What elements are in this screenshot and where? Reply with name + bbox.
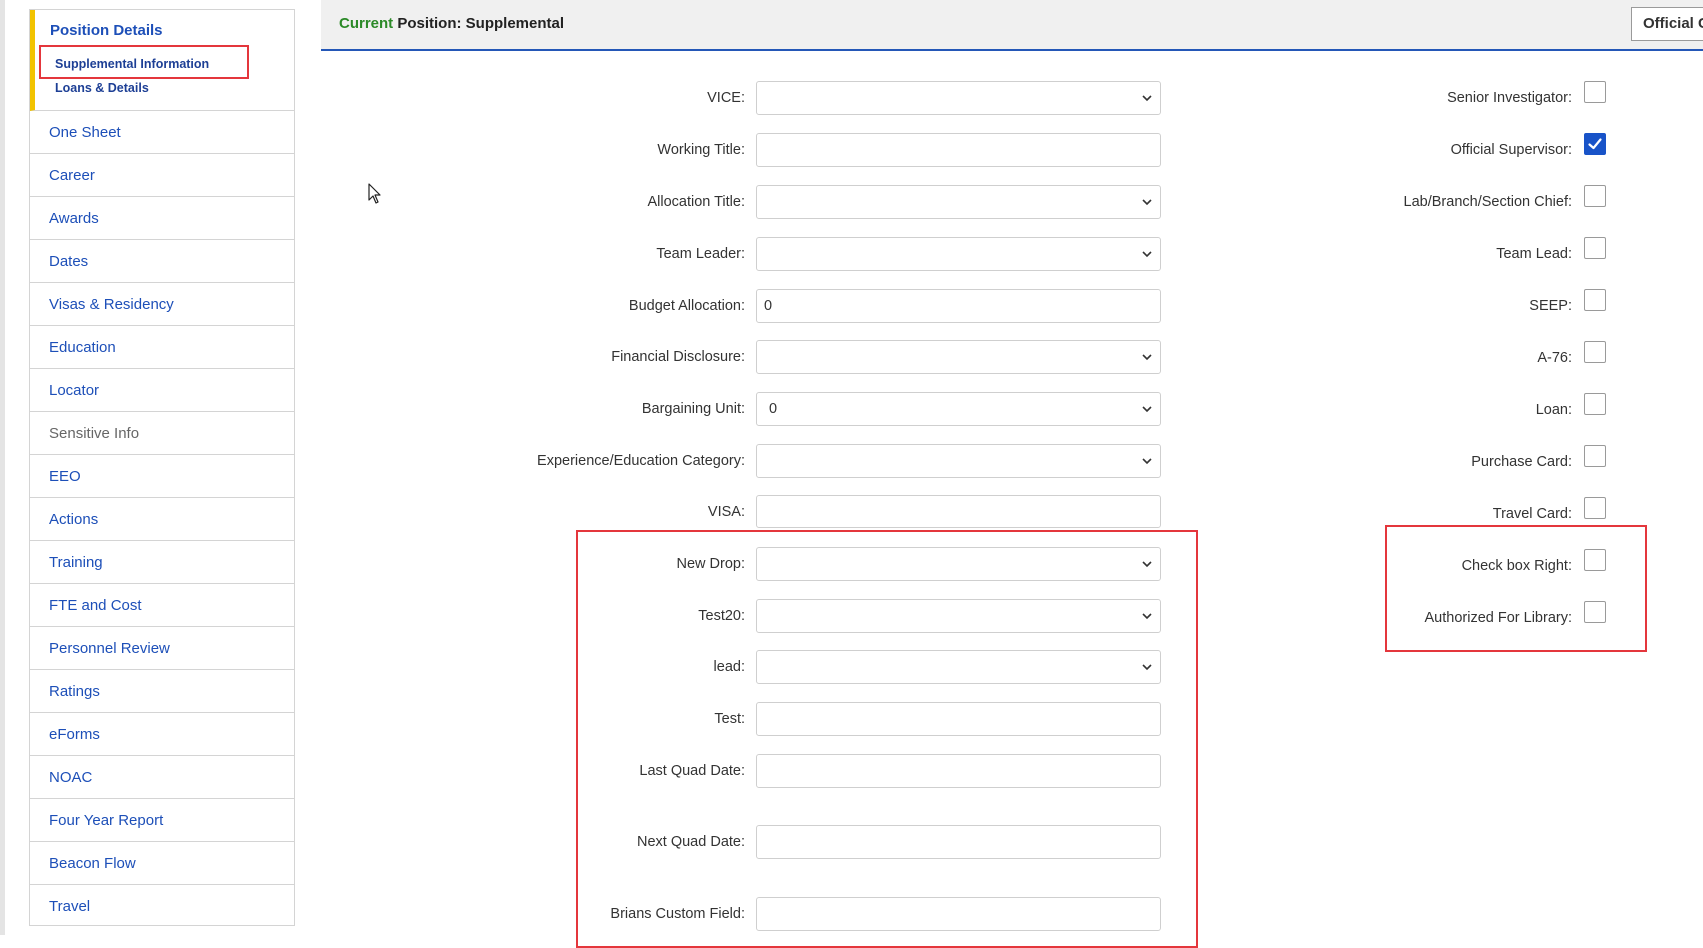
official-supervisor-checkbox[interactable] — [1584, 133, 1606, 155]
sidebar-item-four-year-report[interactable]: Four Year Report — [30, 799, 294, 842]
sidebar-item-dates[interactable]: Dates — [30, 240, 294, 283]
sidebar-item-personnel-review[interactable]: Personnel Review — [30, 627, 294, 670]
check-box-right-label: Check box Right: — [1461, 558, 1572, 574]
sidebar-item-eeo[interactable]: EEO — [30, 455, 294, 498]
sidebar-item-visas-residency[interactable]: Visas & Residency — [30, 283, 294, 326]
test20-select[interactable] — [756, 599, 1161, 633]
financial-disclosure-select[interactable] — [756, 340, 1161, 374]
sidebar-item-travel[interactable]: Travel — [30, 885, 294, 928]
vice-label: VICE: — [707, 90, 745, 106]
sidebar-section-title[interactable]: Position Details — [50, 22, 163, 39]
sidebar-item-actions[interactable]: Actions — [30, 498, 294, 541]
current-label: Current — [339, 15, 394, 32]
loan-label: Loan: — [1535, 402, 1572, 418]
budget-allocation-input[interactable]: 0 — [756, 289, 1161, 323]
allocation-title-label: Allocation Title: — [647, 194, 745, 210]
chevron-down-icon — [1142, 664, 1152, 671]
test-label: Test: — [714, 711, 745, 727]
senior-investigator-label: Senior Investigator: — [1447, 90, 1572, 106]
sidebar-item-locator[interactable]: Locator — [30, 369, 294, 412]
purchase-card-label: Purchase Card: — [1471, 454, 1572, 470]
experience-category-select[interactable] — [756, 444, 1161, 478]
next-quad-date-input[interactable] — [756, 825, 1161, 859]
sidebar-item-fte-and-cost[interactable]: FTE and Cost — [30, 584, 294, 627]
mouse-cursor-icon — [368, 183, 381, 204]
lead-select[interactable] — [756, 650, 1161, 684]
seep-checkbox[interactable] — [1584, 289, 1606, 311]
authorized-for-library-checkbox[interactable] — [1584, 601, 1606, 623]
a76-label: A-76: — [1537, 350, 1572, 366]
sidebar-item-ratings[interactable]: Ratings — [30, 670, 294, 713]
last-quad-date-label: Last Quad Date: — [639, 763, 745, 779]
lead-label: lead: — [713, 659, 745, 675]
lab-branch-section-chief-checkbox[interactable] — [1584, 185, 1606, 207]
last-quad-date-input[interactable] — [756, 754, 1161, 788]
sidebar-item-one-sheet[interactable]: One Sheet — [30, 111, 294, 154]
chevron-down-icon — [1142, 251, 1152, 258]
working-title-label: Working Title: — [657, 142, 745, 158]
team-lead-checkbox[interactable] — [1584, 237, 1606, 259]
highlight-box-custom-fields — [576, 530, 1198, 948]
budget-allocation-label: Budget Allocation: — [628, 298, 745, 314]
purchase-card-checkbox[interactable] — [1584, 445, 1606, 467]
highlight-box-custom-checkboxes — [1385, 525, 1647, 652]
chevron-down-icon — [1142, 613, 1152, 620]
team-leader-select[interactable] — [756, 237, 1161, 271]
sidebar-subitem-supplemental-information[interactable]: Supplemental Information — [55, 57, 209, 71]
travel-card-label: Travel Card: — [1492, 506, 1572, 522]
sidebar-item-career[interactable]: Career — [30, 154, 294, 197]
chevron-down-icon — [1142, 95, 1152, 102]
working-title-input[interactable] — [756, 133, 1161, 167]
new-drop-label: New Drop: — [676, 556, 746, 572]
page-title: Current Position: Supplemental — [339, 15, 564, 32]
official-supervisor-label: Official Supervisor: — [1450, 142, 1572, 158]
bargaining-unit-label: Bargaining Unit: — [641, 401, 745, 417]
sidebar-item-training[interactable]: Training — [30, 541, 294, 584]
sidebar-nav: Position Details Supplemental Informatio… — [29, 9, 295, 926]
current-position-text: Position: Supplemental — [397, 15, 565, 32]
sidebar-section-position-details: Position Details Supplemental Informatio… — [30, 10, 294, 111]
brians-custom-field-input[interactable] — [756, 897, 1161, 931]
sidebar-item-eforms[interactable]: eForms — [30, 713, 294, 756]
a76-checkbox[interactable] — [1584, 341, 1606, 363]
next-quad-date-label: Next Quad Date: — [637, 834, 745, 850]
seep-label: SEEP: — [1529, 298, 1572, 314]
brians-custom-field-label: Brians Custom Field: — [610, 906, 745, 922]
vice-select[interactable] — [756, 81, 1161, 115]
team-leader-label: Team Leader: — [656, 246, 745, 262]
chevron-down-icon — [1142, 458, 1152, 465]
senior-investigator-checkbox[interactable] — [1584, 81, 1606, 103]
chevron-down-icon — [1142, 354, 1152, 361]
window-edge — [0, 0, 5, 935]
team-lead-label: Team Lead: — [1496, 246, 1572, 262]
visa-label: VISA: — [707, 504, 745, 520]
official-button[interactable]: Official C — [1631, 7, 1703, 41]
sidebar-item-sensitive-info[interactable]: Sensitive Info — [30, 412, 294, 455]
sidebar-subitem-loans-details[interactable]: Loans & Details — [55, 81, 149, 95]
travel-card-checkbox[interactable] — [1584, 497, 1606, 519]
checkmark-icon — [1588, 138, 1602, 150]
new-drop-select[interactable] — [756, 547, 1161, 581]
authorized-for-library-label: Authorized For Library: — [1424, 610, 1572, 626]
check-box-right-checkbox[interactable] — [1584, 549, 1606, 571]
experience-category-label: Experience/Education Category: — [537, 453, 745, 469]
chevron-down-icon — [1142, 561, 1152, 568]
lab-branch-section-chief-label: Lab/Branch/Section Chief: — [1403, 194, 1572, 210]
test20-label: Test20: — [698, 608, 745, 624]
chevron-down-icon — [1142, 406, 1152, 413]
sidebar-item-beacon-flow[interactable]: Beacon Flow — [30, 842, 294, 885]
sidebar-item-awards[interactable]: Awards — [30, 197, 294, 240]
loan-checkbox[interactable] — [1584, 393, 1606, 415]
sidebar-item-noac[interactable]: NOAC — [30, 756, 294, 799]
bargaining-unit-value: 0 — [769, 401, 778, 417]
visa-input[interactable] — [756, 495, 1161, 528]
page-header: Current Position: Supplemental Official … — [321, 0, 1703, 51]
allocation-title-select[interactable] — [756, 185, 1161, 219]
chevron-down-icon — [1142, 199, 1152, 206]
bargaining-unit-select[interactable]: 0 — [756, 392, 1161, 426]
test-input[interactable] — [756, 702, 1161, 736]
sidebar-item-education[interactable]: Education — [30, 326, 294, 369]
financial-disclosure-label: Financial Disclosure: — [611, 349, 745, 365]
